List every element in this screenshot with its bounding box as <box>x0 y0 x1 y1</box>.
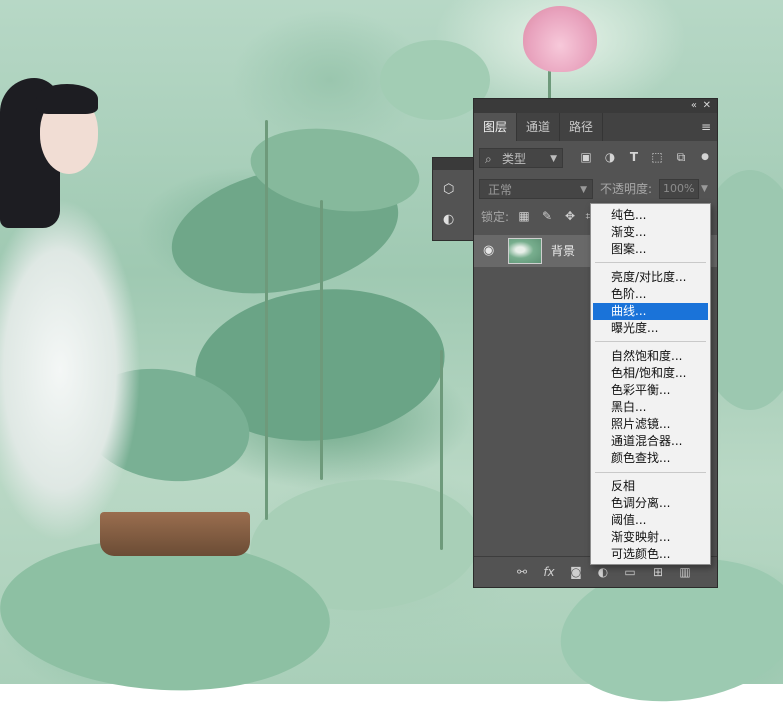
mask-icon[interactable]: ◙ <box>568 564 584 580</box>
folder-icon[interactable]: ▭ <box>622 564 638 580</box>
adjustment-layer-menu: 纯色... 渐变... 图案... 亮度/对比度... 色阶... 曲线... … <box>590 203 711 565</box>
panel-titlebar: « ✕ <box>474 99 717 113</box>
adjustment-icon[interactable]: ◐ <box>595 564 611 580</box>
search-icon: ⌕ <box>485 152 492 166</box>
lock-label: 锁定: <box>481 210 510 224</box>
opacity-label: 不透明度: <box>600 182 653 196</box>
blend-mode-select[interactable]: 正常 ▼ <box>479 179 593 199</box>
close-icon[interactable]: ✕ <box>703 99 711 113</box>
filter-kind-select[interactable]: ⌕ 类型 ▼ <box>479 148 563 168</box>
collapse-icon[interactable]: « <box>691 99 697 113</box>
menu-item-channel-mixer[interactable]: 通道混合器... <box>593 433 708 450</box>
menu-item-photo-filter[interactable]: 照片滤镜... <box>593 416 708 433</box>
layer-name[interactable]: 背景 <box>551 235 575 267</box>
lock-transparency-icon[interactable]: ▦ <box>517 209 531 223</box>
panel-menu-icon[interactable]: ≡ <box>701 121 711 133</box>
eye-icon[interactable]: ◉ <box>483 243 494 259</box>
smart-object-filter-icon[interactable]: ⧉ <box>674 150 688 164</box>
layer-thumbnail <box>508 238 542 264</box>
menu-item-solid-color[interactable]: 纯色... <box>593 207 708 224</box>
menu-item-vibrance[interactable]: 自然饱和度... <box>593 348 708 365</box>
filter-row: ⌕ 类型 ▼ ▣ ◑ T ⬚ ⧉ ● <box>474 145 717 173</box>
adjustment-filter-icon[interactable]: ◑ <box>603 150 617 164</box>
filter-toggle-icon[interactable]: ● <box>698 150 712 164</box>
new-layer-icon[interactable]: ⊞ <box>650 564 666 580</box>
menu-item-black-white[interactable]: 黑白... <box>593 399 708 416</box>
link-icon[interactable]: ⚯ <box>514 564 530 580</box>
menu-item-color-balance[interactable]: 色彩平衡... <box>593 382 708 399</box>
type-filter-icon[interactable]: T <box>627 150 641 164</box>
adjustment-circle-icon[interactable]: ◐ <box>443 212 459 228</box>
opacity-input[interactable]: 100% <box>659 179 699 199</box>
blend-row: 正常 ▼ 不透明度: 100% ▼ <box>474 175 717 203</box>
tab-paths[interactable]: 路径 <box>560 113 604 141</box>
menu-item-pattern[interactable]: 图案... <box>593 241 708 258</box>
menu-item-curves[interactable]: 曲线... <box>593 303 708 320</box>
menu-item-gradient-map[interactable]: 渐变映射... <box>593 529 708 546</box>
menu-separator <box>595 262 706 263</box>
menu-item-exposure[interactable]: 曝光度... <box>593 320 708 337</box>
menu-item-brightness-contrast[interactable]: 亮度/对比度... <box>593 269 708 286</box>
3d-cube-icon[interactable]: ⬡ <box>443 182 459 198</box>
menu-item-invert[interactable]: 反相 <box>593 478 708 495</box>
menu-item-gradient[interactable]: 渐变... <box>593 224 708 241</box>
menu-item-threshold[interactable]: 阈值... <box>593 512 708 529</box>
image-filter-icon[interactable]: ▣ <box>579 150 593 164</box>
menu-item-color-lookup[interactable]: 颜色查找... <box>593 450 708 467</box>
tab-layers[interactable]: 图层 <box>474 113 518 141</box>
menu-separator <box>595 341 706 342</box>
menu-item-posterize[interactable]: 色调分离... <box>593 495 708 512</box>
shape-filter-icon[interactable]: ⬚ <box>650 150 664 164</box>
tab-channels[interactable]: 通道 <box>517 113 561 141</box>
lotus-flower <box>523 6 597 72</box>
menu-separator <box>595 472 706 473</box>
fx-icon[interactable]: fx <box>541 564 557 580</box>
panel-tabs: 图层 通道 路径 ≡ <box>474 113 717 141</box>
lock-position-icon[interactable]: ✥ <box>563 209 577 223</box>
chevron-down-icon: ▼ <box>550 154 557 164</box>
trash-icon[interactable]: ▥ <box>677 564 693 580</box>
properties-mini-panel: ⬡ ◐ <box>432 157 478 241</box>
menu-item-levels[interactable]: 色阶... <box>593 286 708 303</box>
menu-item-hue-saturation[interactable]: 色相/饱和度... <box>593 365 708 382</box>
menu-item-selective-color[interactable]: 可选颜色... <box>593 546 708 563</box>
opacity-dropdown-icon[interactable]: ▼ <box>701 179 708 199</box>
chevron-down-icon: ▼ <box>580 185 587 195</box>
lock-brush-icon[interactable]: ✎ <box>540 209 554 223</box>
